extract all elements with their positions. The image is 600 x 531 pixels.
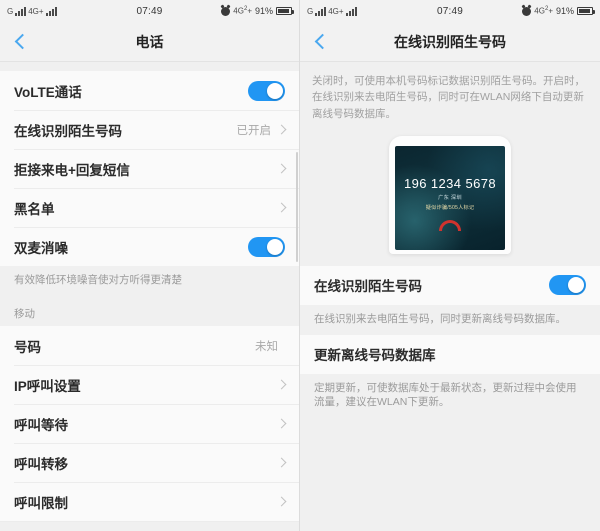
- row-online-identify-toggle[interactable]: 在线识别陌生号码: [300, 265, 600, 305]
- battery-icon: [276, 7, 294, 15]
- network-type-right: 4G2+: [534, 6, 553, 16]
- noise-cancel-hint: 有效降低环境噪音使对方听得更清楚: [0, 266, 299, 297]
- list-bottom-divider: [0, 521, 299, 523]
- row-label: 双麦消噪: [14, 240, 68, 256]
- section-header-mobile: 移动: [0, 296, 299, 327]
- status-bar-left: G 4G+ 07:49 4G2+ 91%: [0, 0, 299, 22]
- call-spam-tag: 疑似诈骗/505人标记: [425, 204, 475, 211]
- battery-icon: [577, 7, 595, 15]
- chevron-right-icon: [276, 418, 287, 429]
- chevron-right-icon: [276, 163, 287, 174]
- call-location: 广东 深圳: [438, 194, 462, 201]
- battery-percent-label: 91%: [555, 6, 574, 16]
- status-bar-right: G 4G+ 07:49 4G2+ 91%: [300, 0, 600, 22]
- row-volte[interactable]: VoLTE通话: [0, 71, 299, 110]
- page-title-left: 电话: [135, 33, 164, 50]
- settings-group-online-id: 在线识别陌生号码: [300, 265, 600, 305]
- row-dual-mic-noise-cancel[interactable]: 双麦消噪: [0, 227, 299, 266]
- feature-description: 关闭时，可使用本机号码标记数据识别陌生号码。开启时，在线识别来去电陌生号码，同时…: [300, 62, 600, 132]
- row-reject-and-sms[interactable]: 拒接来电+回复短信: [0, 149, 299, 188]
- detail-scroll-right: 关闭时，可使用本机号码标记数据识别陌生号码。开启时，在线识别来去电陌生号码，同时…: [300, 62, 600, 531]
- settings-group-mobile: 号码 未知 IP呼叫设置 呼叫等待 呼叫转移 呼叫限制: [0, 326, 299, 523]
- back-button-right[interactable]: [300, 22, 344, 62]
- chevron-left-icon: [14, 33, 30, 50]
- incoming-call-screen: 196 1234 5678 广东 深圳 疑似诈骗/505人标记: [395, 145, 505, 250]
- phone-illustration-wrap: 196 1234 5678 广东 深圳 疑似诈骗/505人标记: [300, 131, 600, 266]
- chevron-right-icon: [276, 202, 287, 213]
- alarm-clock-icon: [221, 6, 231, 16]
- row-call-forwarding[interactable]: 呼叫转移: [0, 443, 299, 483]
- call-number: 196 1234 5678: [404, 175, 496, 191]
- dual-phone-screenshot: G 4G+ 07:49 4G2+ 91% 电话 VoLTE通话 在线识别陌生号码…: [0, 0, 600, 531]
- row-label: 呼叫转移: [14, 456, 68, 472]
- online-identify-toggle[interactable]: [549, 275, 586, 296]
- right-phone-screen: G 4G+ 07:49 4G2+ 91% 在线识别陌生号码 关闭时，可使用本机号…: [300, 0, 600, 531]
- row-label: 拒接来电+回复短信: [14, 162, 130, 178]
- chevron-right-icon: [276, 124, 287, 135]
- network-type-right: 4G2+: [233, 6, 252, 16]
- row-label: 号码: [14, 339, 41, 355]
- row-label: VoLTE通话: [14, 84, 82, 100]
- row-label: 在线识别陌生号码: [314, 279, 422, 295]
- hangup-phone-icon: [439, 219, 461, 231]
- row-label: 在线识别陌生号码: [14, 123, 122, 139]
- row-label: 呼叫限制: [14, 495, 68, 511]
- row-label: 更新离线号码数据库: [314, 348, 436, 364]
- noise-cancel-toggle[interactable]: [248, 236, 285, 257]
- row-call-waiting[interactable]: 呼叫等待: [0, 404, 299, 444]
- device-mockup: 196 1234 5678 广东 深圳 疑似诈骗/505人标记: [389, 135, 511, 254]
- online-identify-hint: 在线识别来去电陌生号码，同时更新离线号码数据库。: [300, 304, 600, 335]
- row-label: 呼叫等待: [14, 417, 68, 433]
- battery-percent-label: 91%: [254, 6, 273, 16]
- nav-bar-right: 在线识别陌生号码: [300, 22, 600, 62]
- row-update-offline-db[interactable]: 更新离线号码数据库: [300, 334, 600, 374]
- settings-group-call: VoLTE通话 在线识别陌生号码 已开启 拒接来电+回复短信 黑名单 双麦消噪: [0, 71, 299, 266]
- chevron-right-icon: [276, 379, 287, 390]
- row-blacklist[interactable]: 黑名单: [0, 188, 299, 227]
- row-number[interactable]: 号码 未知: [0, 326, 299, 366]
- row-label: IP呼叫设置: [14, 378, 81, 394]
- chevron-right-icon: [276, 457, 287, 468]
- top-gap: [0, 62, 299, 71]
- row-online-id[interactable]: 在线识别陌生号码 已开启: [0, 110, 299, 149]
- chevron-right-icon: [276, 496, 287, 507]
- status-bar-right-group: 4G2+ 91%: [221, 6, 294, 16]
- settings-scroll-left: VoLTE通话 在线识别陌生号码 已开启 拒接来电+回复短信 黑名单 双麦消噪 …: [0, 62, 299, 531]
- settings-group-update-db: 更新离线号码数据库: [300, 334, 600, 374]
- page-title-right: 在线识别陌生号码: [394, 33, 506, 50]
- row-label: 黑名单: [14, 201, 55, 217]
- row-value: 已开启: [236, 124, 272, 137]
- row-value: 未知: [255, 340, 278, 353]
- vertical-scrollbar[interactable]: [296, 152, 298, 262]
- update-db-hint: 定期更新，可使数据库处于最新状态，更新过程中会使用流量，建议在WLAN下更新。: [300, 373, 600, 419]
- chevron-left-icon: [314, 33, 330, 50]
- left-phone-screen: G 4G+ 07:49 4G2+ 91% 电话 VoLTE通话 在线识别陌生号码…: [0, 0, 300, 531]
- row-ip-call-settings[interactable]: IP呼叫设置: [0, 365, 299, 405]
- status-bar-right-group: 4G2+ 91%: [522, 6, 595, 16]
- alarm-clock-icon: [522, 6, 532, 16]
- volte-toggle[interactable]: [248, 80, 285, 101]
- nav-bar-left: 电话: [0, 22, 299, 62]
- row-call-barring[interactable]: 呼叫限制: [0, 482, 299, 522]
- back-button-left[interactable]: [0, 22, 44, 62]
